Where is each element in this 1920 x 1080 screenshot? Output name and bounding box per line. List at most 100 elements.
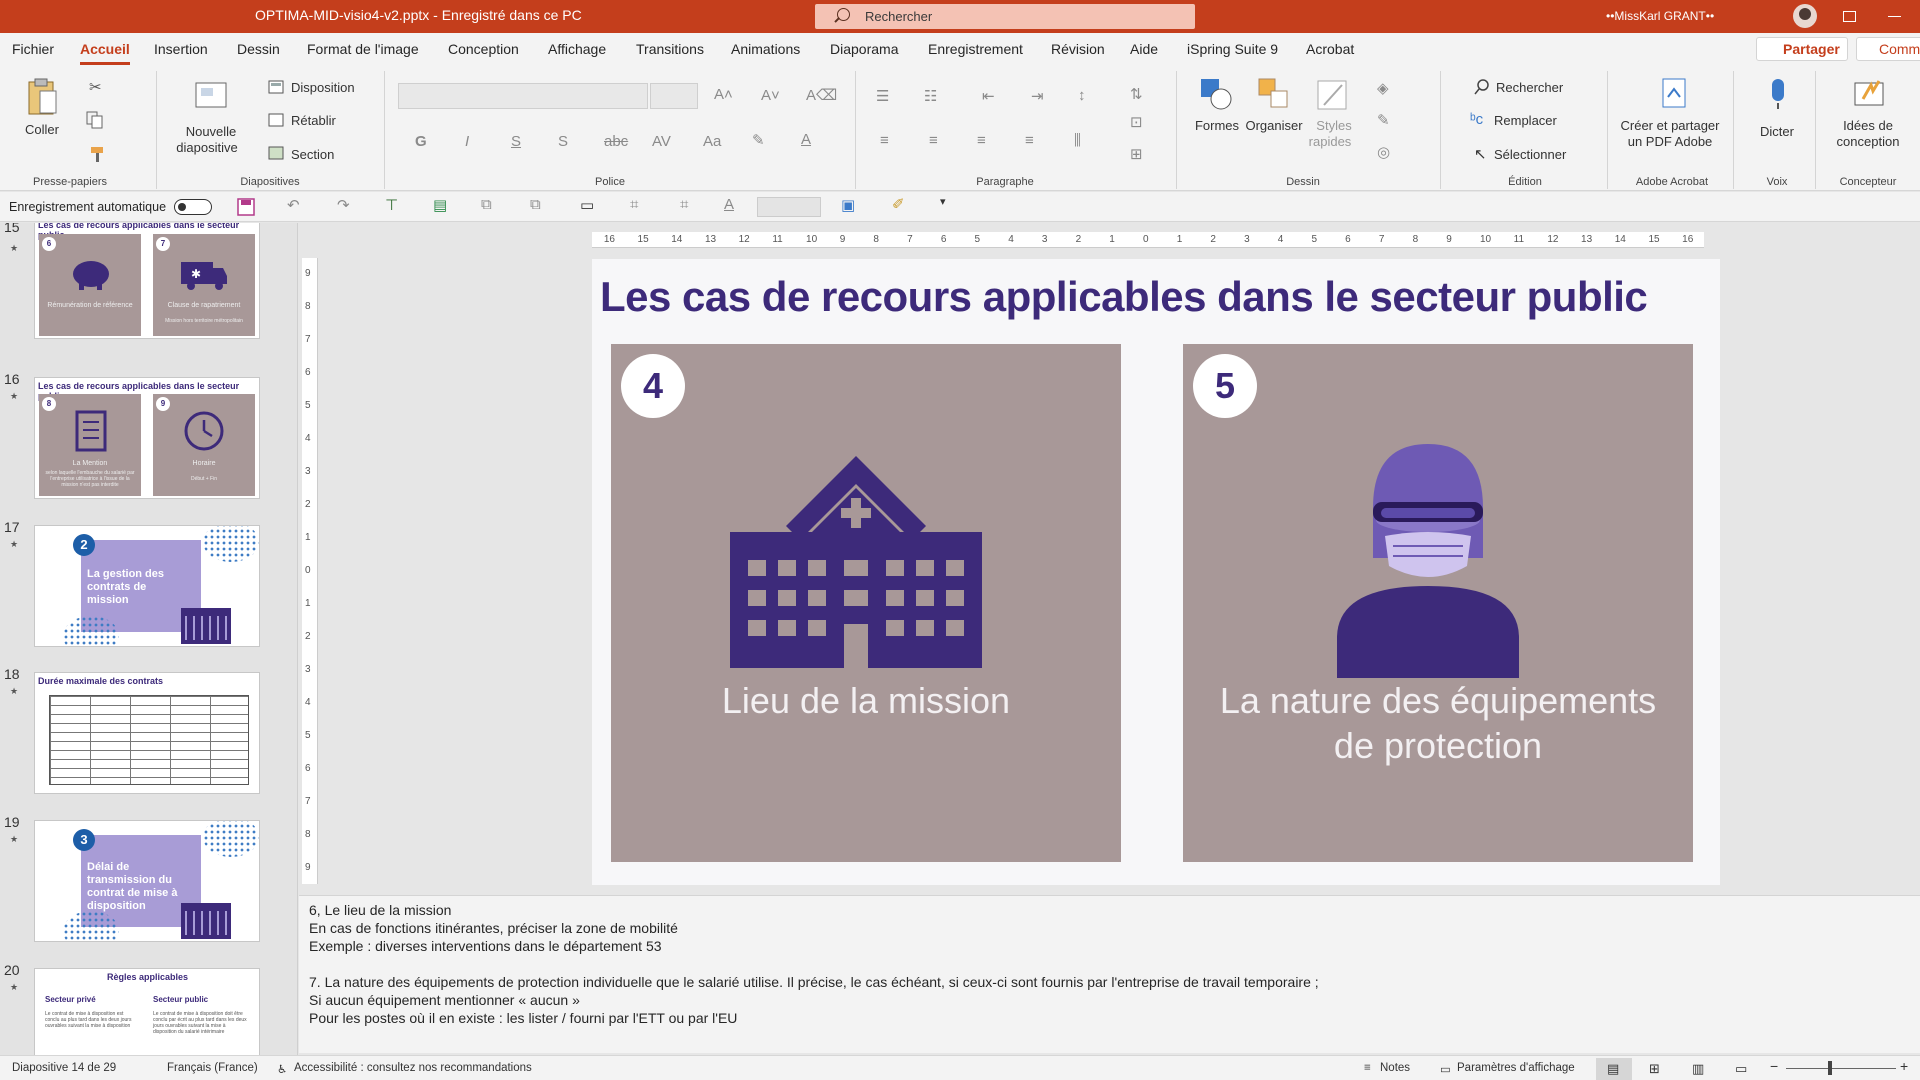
underline-icon[interactable]: S bbox=[511, 133, 521, 150]
reset-button[interactable]: Rétablir bbox=[291, 113, 336, 128]
send-backward-icon[interactable]: ⧉ bbox=[530, 196, 541, 213]
design-ideas-icon[interactable] bbox=[1853, 77, 1885, 111]
create-pdf-label-1[interactable]: Créer et partager bbox=[1614, 118, 1726, 134]
avatar[interactable] bbox=[1793, 4, 1817, 28]
change-case-icon[interactable]: Aa bbox=[703, 133, 721, 150]
replace-icon[interactable]: ᵇc bbox=[1470, 111, 1483, 128]
thumb-slide-19[interactable]: 3 Délai de transmission du contrat de mi… bbox=[34, 820, 260, 942]
tab-enregistrement[interactable]: Enregistrement bbox=[928, 41, 1023, 57]
find-button[interactable]: Rechercher bbox=[1496, 80, 1563, 95]
crop-tool-icon[interactable]: ⌗ bbox=[680, 196, 688, 213]
line-spacing-icon[interactable]: ↕ bbox=[1078, 87, 1086, 104]
design-ideas-label-1[interactable]: Idées de bbox=[1828, 118, 1908, 134]
format-painter-icon[interactable] bbox=[88, 145, 106, 163]
zoom-in-icon[interactable]: + bbox=[1900, 1058, 1908, 1074]
picture-icon[interactable]: ▣ bbox=[841, 196, 855, 214]
copy-icon[interactable] bbox=[86, 111, 104, 129]
user-name[interactable]: ••MissKarl GRANT•• bbox=[1606, 9, 1714, 23]
align-text-icon[interactable]: ⊡ bbox=[1130, 113, 1143, 131]
text-direction-icon[interactable]: ⇅ bbox=[1130, 85, 1143, 103]
replace-button[interactable]: Remplacer bbox=[1494, 113, 1557, 128]
notes-icon[interactable]: ≡ bbox=[1364, 1062, 1371, 1074]
select-button[interactable]: Sélectionner bbox=[1494, 147, 1566, 162]
tab-acrobat[interactable]: Acrobat bbox=[1306, 41, 1354, 57]
card-mission-location[interactable]: 4 Lieu de la mission bbox=[611, 344, 1121, 862]
thumb-slide-18[interactable]: Durée maximale des contrats bbox=[34, 672, 260, 794]
tab-animations[interactable]: Animations bbox=[731, 41, 800, 57]
clear-format-icon[interactable]: A⌫ bbox=[806, 86, 837, 104]
zoom-slider-thumb[interactable] bbox=[1828, 1061, 1832, 1075]
slide-thumbnails-panel[interactable]: 15 ★ Les cas de recours applicables dans… bbox=[0, 223, 298, 1055]
share-button[interactable]: Partager bbox=[1756, 37, 1848, 61]
slide-sorter-button[interactable]: ⊞ bbox=[1638, 1058, 1674, 1080]
tab-transitions[interactable]: Transitions bbox=[636, 41, 704, 57]
create-pdf-icon[interactable] bbox=[1660, 77, 1690, 111]
accessibility-icon[interactable]: ♿ bbox=[277, 1062, 287, 1076]
paste-label[interactable]: Coller bbox=[14, 122, 70, 138]
new-slide-icon[interactable] bbox=[194, 79, 228, 109]
thumb-slide-20[interactable]: Règles applicables Secteur privé Secteur… bbox=[34, 968, 260, 1055]
zoom-slider[interactable] bbox=[1786, 1068, 1896, 1069]
smartart-icon[interactable]: ⊞ bbox=[1130, 145, 1143, 163]
spacing-icon[interactable]: AV bbox=[652, 133, 671, 150]
customize-qat-icon[interactable]: ▾ bbox=[940, 195, 946, 208]
save-icon[interactable] bbox=[237, 198, 255, 216]
horizontal-ruler[interactable]: 16 15 14 13 12 11 10 9 8 7 6 5 4 3 2 1 0 1 2 3 4 5 6 7 8 9 10 11 12 1… bbox=[592, 232, 1704, 248]
increase-indent-icon[interactable]: ⇥ bbox=[1031, 87, 1044, 105]
microphone-icon[interactable] bbox=[1766, 77, 1790, 111]
paste-icon[interactable] bbox=[26, 77, 58, 117]
tab-ispring[interactable]: iSpring Suite 9 bbox=[1187, 41, 1278, 57]
thumb-slide-17[interactable]: 2 La gestion des contrats de mission bbox=[34, 525, 260, 647]
tab-fichier[interactable]: Fichier bbox=[12, 41, 54, 57]
minimize-icon[interactable] bbox=[1884, 6, 1906, 26]
vertical-ruler[interactable]: 9 8 7 6 5 4 3 2 1 0 1 2 3 4 5 6 7 8 9 bbox=[302, 258, 318, 884]
quick-styles-label-2[interactable]: rapides bbox=[1300, 134, 1360, 150]
slide-title[interactable]: Les cas de recours applicables dans le s… bbox=[600, 273, 1648, 321]
shrink-font-icon[interactable]: A˅ bbox=[761, 87, 780, 104]
zoom-out-icon[interactable]: − bbox=[1770, 1058, 1778, 1074]
section-icon[interactable] bbox=[268, 146, 284, 160]
arrange-label[interactable]: Organiser bbox=[1242, 118, 1306, 134]
qat-font-size[interactable] bbox=[757, 197, 821, 217]
autosave-toggle[interactable] bbox=[174, 199, 212, 215]
dictate-label[interactable]: Dicter bbox=[1752, 124, 1802, 140]
qat-format-painter-icon[interactable]: ✐ bbox=[892, 195, 905, 213]
display-settings-button[interactable]: Paramètres d'affichage bbox=[1457, 1062, 1575, 1074]
new-slide-label-2[interactable]: diapositive bbox=[174, 140, 240, 156]
quick-styles-icon[interactable] bbox=[1316, 79, 1350, 113]
card-protective-equipment[interactable]: 5 La nature des équipements de protectio… bbox=[1183, 344, 1693, 862]
crop-icon[interactable]: ⌗ bbox=[630, 196, 638, 213]
table-icon[interactable]: ▤ bbox=[433, 196, 447, 214]
tab-aide[interactable]: Aide bbox=[1130, 41, 1158, 57]
numbering-icon[interactable]: ☷ bbox=[924, 87, 937, 105]
document-title[interactable]: OPTIMA-MID-visio4-v2.pptx - Enregistré d… bbox=[255, 7, 582, 23]
section-button[interactable]: Section bbox=[291, 147, 334, 162]
font-color-icon[interactable]: A bbox=[801, 131, 811, 148]
create-pdf-label-2[interactable]: un PDF Adobe bbox=[1614, 134, 1726, 150]
align-right-icon[interactable]: ≡ bbox=[977, 132, 986, 149]
strikethrough-icon[interactable]: abc bbox=[604, 133, 628, 150]
shapes-label[interactable]: Formes bbox=[1192, 118, 1242, 134]
layout-icon[interactable] bbox=[268, 80, 284, 94]
normal-view-button[interactable]: ▤ bbox=[1596, 1058, 1632, 1080]
design-ideas-label-2[interactable]: conception bbox=[1828, 134, 1908, 150]
find-icon[interactable] bbox=[1474, 79, 1490, 95]
comments-button[interactable]: Comm bbox=[1856, 37, 1920, 61]
thumb-slide-16[interactable]: Les cas de recours applicables dans le s… bbox=[34, 377, 260, 499]
thumb-slide-15[interactable]: Les cas de recours applicables dans le s… bbox=[34, 223, 260, 339]
tab-revision[interactable]: Révision bbox=[1051, 41, 1105, 57]
shadow-icon[interactable]: S bbox=[558, 133, 568, 150]
tab-affichage[interactable]: Affichage bbox=[548, 41, 606, 57]
shape-fill-icon[interactable]: ◈ bbox=[1377, 79, 1389, 97]
cut-icon[interactable]: ✂ bbox=[89, 78, 102, 96]
notes-button[interactable]: Notes bbox=[1380, 1062, 1410, 1074]
layout-select-icon[interactable]: ▭ bbox=[580, 196, 594, 214]
tab-dessin[interactable]: Dessin bbox=[237, 41, 280, 57]
speaker-notes[interactable]: 6, Le lieu de la mission En cas de fonct… bbox=[299, 895, 1920, 1053]
shape-outline-icon[interactable]: ✎ bbox=[1377, 111, 1390, 129]
reset-icon[interactable] bbox=[268, 113, 284, 127]
slide-canvas[interactable]: Les cas de recours applicables dans le s… bbox=[592, 259, 1720, 885]
accessibility-status[interactable]: Accessibilité : consultez nos recommanda… bbox=[294, 1062, 532, 1074]
columns-icon[interactable]: ⫼ bbox=[1074, 132, 1081, 149]
arrange-icon[interactable] bbox=[1257, 77, 1291, 111]
